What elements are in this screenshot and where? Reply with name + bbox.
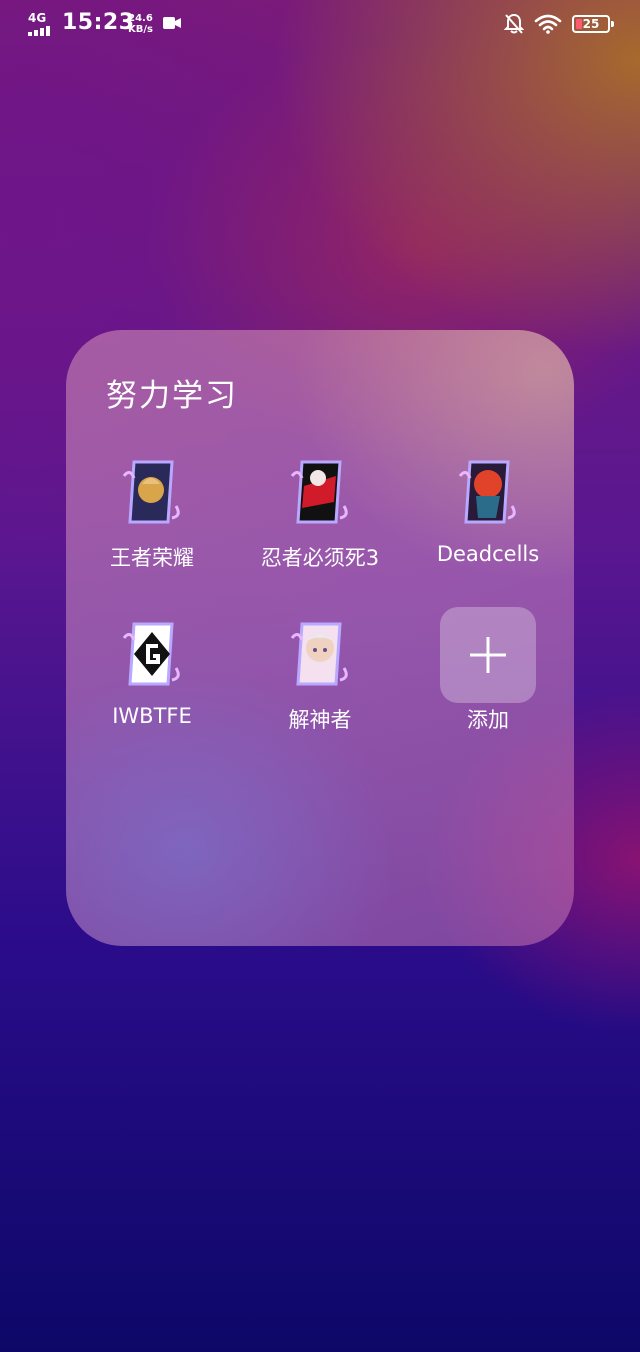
status-bar: 4G 15:23 24.6 KB/s 25 xyxy=(0,0,640,48)
wangzhe-app-icon xyxy=(122,460,180,524)
folder-title[interactable]: 努力学习 xyxy=(106,370,238,415)
app-deadcells[interactable]: Deadcells xyxy=(404,456,572,566)
network-type: 4G xyxy=(28,11,47,25)
plus-icon xyxy=(470,637,506,673)
app-wangzhe[interactable]: 王者荣耀 xyxy=(68,456,236,570)
app-folder: 努力学习 王者荣耀 忍者必须死3 Deadcells IWBTFE 解神者 添加 xyxy=(66,330,574,946)
app-label: 忍者必须死3 xyxy=(260,546,380,570)
video-camera-icon xyxy=(163,17,181,29)
signal-icon: 4G xyxy=(28,12,54,36)
app-jieshenzhe[interactable]: 解神者 xyxy=(236,618,404,732)
app-label: IWBTFE xyxy=(112,704,192,728)
add-app-label[interactable]: 添加 xyxy=(404,704,572,734)
speed-value: 24.6 xyxy=(128,13,153,24)
speed-unit: KB/s xyxy=(128,24,153,35)
network-speed: 24.6 KB/s xyxy=(128,13,153,35)
app-label: Deadcells xyxy=(436,542,540,566)
battery-level: 25 xyxy=(582,17,600,31)
ninja-app-icon xyxy=(290,460,348,524)
battery-fill xyxy=(576,19,582,29)
clock: 15:23 xyxy=(62,10,135,35)
add-app-button[interactable] xyxy=(440,607,536,703)
home-screen: 4G 15:23 24.6 KB/s 25 努力学习 王者荣耀 忍者必须死3 D… xyxy=(0,0,640,1352)
app-iwbtfe[interactable]: IWBTFE xyxy=(68,618,236,728)
wifi-icon xyxy=(534,14,562,34)
app-label: 王者荣耀 xyxy=(110,546,194,570)
jieshenzhe-app-icon xyxy=(290,622,348,686)
bell-off-icon xyxy=(504,13,524,34)
app-ninja[interactable]: 忍者必须死3 xyxy=(236,456,404,570)
app-label: 解神者 xyxy=(288,708,352,732)
iwbtfe-app-icon xyxy=(122,622,180,686)
battery-icon: 25 xyxy=(572,15,614,33)
deadcells-app-icon xyxy=(458,460,516,524)
